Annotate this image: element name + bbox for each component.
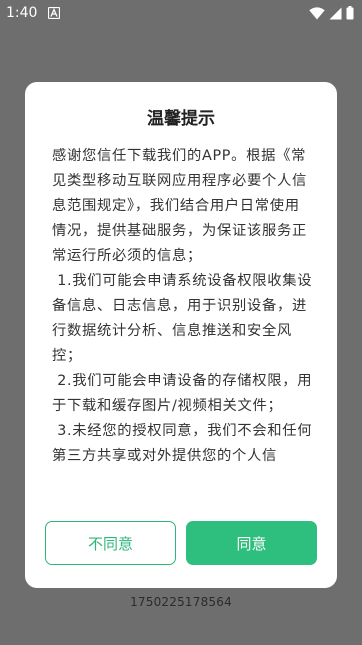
privacy-dialog: 温馨提示 感谢您信任下载我们的APP。根据《常见类型移动互联网应用程序必要个人信… bbox=[25, 82, 337, 588]
dialog-title: 温馨提示 bbox=[147, 109, 215, 129]
dialog-content[interactable]: 感谢您信任下载我们的APP。根据《常见类型移动互联网应用程序必要个人信息范围规定… bbox=[52, 144, 314, 464]
agree-button[interactable]: 同意 bbox=[186, 521, 317, 565]
status-left: 1:40 bbox=[6, 5, 61, 21]
item-paragraph-2: 2.我们可能会申请设备的存储权限，用于下载和缓存图片/视频相关文件； bbox=[52, 373, 313, 414]
status-right bbox=[309, 6, 354, 20]
intro-paragraph: 感谢您信任下载我们的APP。根据《常见类型移动互联网应用程序必要个人信息范围规定… bbox=[52, 148, 307, 264]
decline-button[interactable]: 不同意 bbox=[45, 521, 176, 565]
item-paragraph-1: 1.我们可能会申请系统设备权限收集设备信息、日志信息，用于识别设备，进行数据统计… bbox=[52, 273, 313, 364]
screen: 1:40 温馨提示 感谢您信任下载我们的APP。根据《常见类型移动互联网应用程序… bbox=[0, 0, 362, 645]
agree-button-label: 同意 bbox=[236, 534, 267, 553]
status-bar: 1:40 bbox=[0, 0, 362, 26]
status-time: 1:40 bbox=[6, 5, 38, 21]
cellular-signal-icon bbox=[329, 7, 342, 20]
bottom-number-text: 1750225178564 bbox=[130, 595, 232, 609]
item-paragraph-3: 3.未经您的授权同意，我们不会和任何第三方共享或对外提供您的个人信 bbox=[52, 423, 313, 464]
battery-icon bbox=[346, 6, 354, 20]
a-letter-icon bbox=[47, 7, 61, 19]
decline-button-label: 不同意 bbox=[87, 534, 133, 553]
wifi-icon bbox=[309, 6, 325, 20]
